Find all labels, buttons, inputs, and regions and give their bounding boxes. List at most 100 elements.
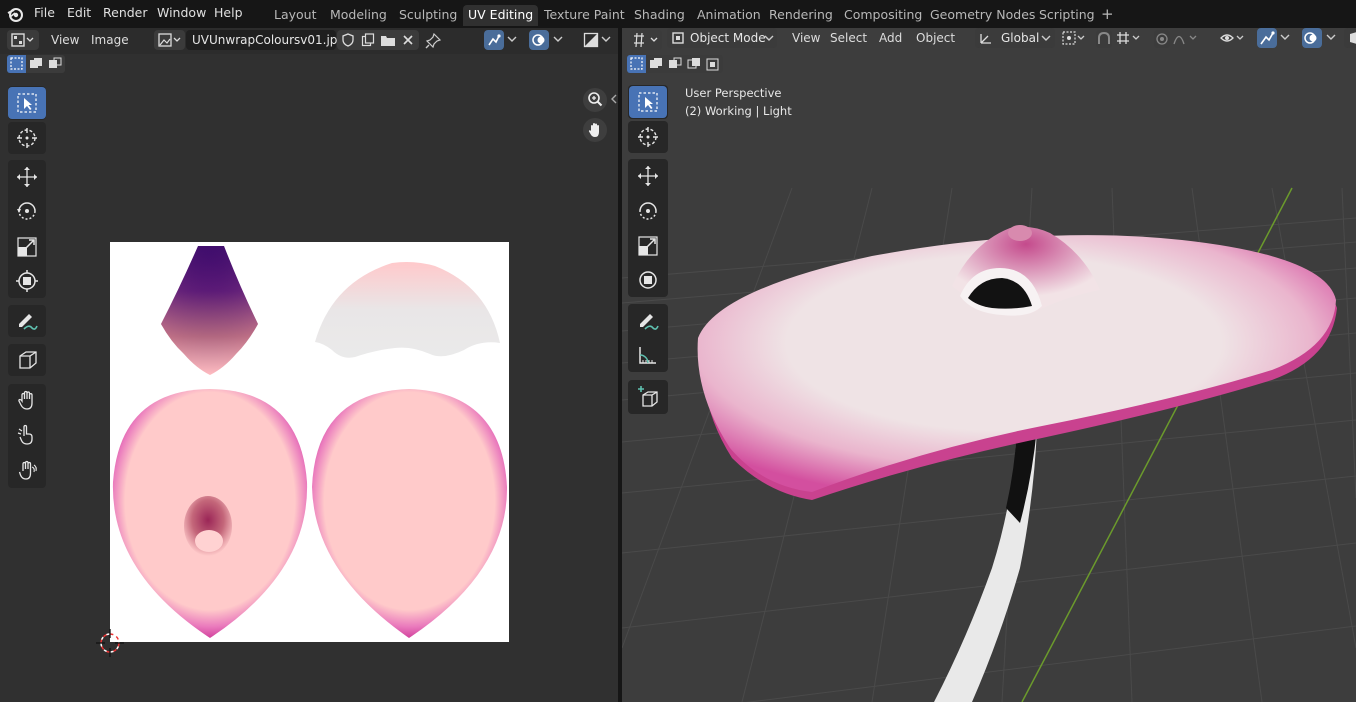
proportional-edit-button[interactable] — [1154, 30, 1170, 48]
overlay-button[interactable] — [529, 30, 549, 50]
tool-annotate[interactable] — [8, 305, 46, 337]
zoom-icon — [588, 92, 603, 107]
falloff-icon[interactable] — [1173, 31, 1203, 45]
tab-shading[interactable]: Shading — [629, 5, 690, 26]
folder-icon[interactable] — [380, 33, 396, 47]
add-workspace-button[interactable]: + — [1096, 5, 1119, 26]
tab-texture-paint[interactable]: Texture Paint — [539, 5, 630, 26]
pin-icon[interactable] — [425, 33, 441, 49]
chevron-down-icon[interactable] — [507, 36, 517, 44]
snap-target-icon[interactable] — [1116, 31, 1146, 45]
sidebar-toggle-icon[interactable] — [610, 94, 618, 104]
image-name-field[interactable]: UVUnwrapColoursv01.jpg — [186, 30, 345, 50]
viewport-editor-type[interactable] — [630, 30, 662, 50]
mode-selector[interactable]: Object Mode — [667, 28, 777, 48]
tool-annotate[interactable] — [629, 305, 667, 337]
tool-rip-region[interactable] — [8, 344, 46, 376]
2d-cursor-icon[interactable] — [91, 624, 129, 662]
tool-move[interactable] — [8, 161, 46, 193]
select-subtract-button[interactable] — [46, 55, 64, 73]
pan-button[interactable] — [583, 118, 607, 142]
close-icon[interactable] — [401, 33, 415, 47]
tab-uv-editing[interactable]: UV Editing — [463, 5, 539, 26]
chevron-down-icon[interactable] — [553, 36, 563, 44]
scale-icon — [17, 237, 37, 257]
menu-file[interactable]: File — [34, 4, 55, 22]
select-intersect-button[interactable] — [704, 55, 722, 73]
tab-geometry-nodes[interactable]: Geometry Nodes — [925, 5, 1040, 26]
gizmo-icon — [1260, 31, 1275, 45]
overlay-icon — [1304, 32, 1317, 44]
tab-sculpting[interactable]: Sculpting — [394, 5, 462, 26]
tool-rotate[interactable] — [629, 195, 667, 227]
tool-move[interactable] — [629, 160, 667, 192]
uv-image-editor[interactable]: View Image UVUnwrapColoursv01.jpg — [0, 28, 618, 702]
chevron-down-icon[interactable] — [1280, 34, 1290, 42]
orientation-selector[interactable]: Global — [975, 28, 1055, 48]
select-invert-button[interactable] — [685, 55, 703, 73]
editor-type-selector[interactable] — [7, 30, 39, 50]
chevron-down-icon[interactable] — [1326, 34, 1336, 42]
uv-texture-image[interactable] — [110, 242, 509, 642]
tab-modeling[interactable]: Modeling — [325, 5, 392, 26]
tab-animation[interactable]: Animation — [692, 5, 766, 26]
tool-transform[interactable] — [629, 264, 667, 296]
add-cube-icon — [638, 386, 658, 407]
chevron-down-icon[interactable] — [601, 36, 611, 44]
select-extend-button[interactable] — [27, 55, 45, 73]
image-editor-header: View Image UVUnwrapColoursv01.jpg — [0, 28, 618, 54]
pivot-icon[interactable] — [1062, 31, 1088, 45]
image-menu-view[interactable]: View — [45, 30, 85, 50]
tool-scale[interactable] — [629, 230, 667, 262]
overlay-button[interactable] — [1302, 28, 1322, 48]
uv-texture-drawing — [112, 246, 508, 638]
tool-relax[interactable] — [8, 454, 46, 486]
tool-add-cube[interactable] — [629, 381, 667, 413]
viewport-menu-view[interactable]: View — [786, 28, 826, 48]
display-channels-icon[interactable] — [583, 32, 599, 48]
select-box-icon — [17, 93, 37, 113]
tab-layout[interactable]: Layout — [269, 5, 322, 26]
tool-pinch[interactable] — [8, 419, 46, 451]
tool-select-box[interactable] — [629, 86, 667, 118]
tool-cursor[interactable] — [629, 121, 667, 153]
image-menu-image[interactable]: Image — [85, 30, 135, 50]
move-icon — [17, 167, 37, 187]
viewport-menu-add[interactable]: Add — [873, 28, 908, 48]
select-new-button[interactable] — [627, 55, 646, 73]
menu-render[interactable]: Render — [103, 4, 148, 22]
gizmo-button[interactable] — [1257, 28, 1277, 48]
tool-select-box[interactable] — [8, 87, 46, 119]
tab-compositing[interactable]: Compositing — [839, 5, 927, 26]
zoom-button[interactable] — [583, 88, 607, 112]
tool-scale[interactable] — [8, 231, 46, 263]
viewport-menu-select[interactable]: Select — [824, 28, 873, 48]
tool-rotate[interactable] — [8, 195, 46, 227]
grab-icon — [18, 390, 33, 410]
tool-grab[interactable] — [8, 384, 46, 416]
select-box-icon — [638, 92, 658, 112]
browse-image-button[interactable] — [154, 30, 185, 50]
tab-rendering[interactable]: Rendering — [764, 5, 838, 26]
snap-button[interactable] — [1096, 30, 1112, 48]
select-extend-button[interactable] — [647, 55, 665, 73]
mode-label: Object Mode — [690, 31, 766, 45]
eye-icon[interactable] — [1220, 31, 1246, 45]
blender-logo-icon[interactable] — [6, 5, 24, 23]
3d-viewport[interactable]: Object Mode View Select Add Object Globa… — [622, 28, 1356, 702]
menu-edit[interactable]: Edit — [67, 4, 91, 22]
uv-sync-button[interactable] — [484, 30, 504, 50]
shield-icon[interactable] — [341, 33, 355, 47]
select-new-button[interactable] — [7, 55, 26, 73]
tool-cursor[interactable] — [8, 122, 46, 154]
shading-button[interactable] — [1344, 28, 1356, 48]
select-mode-group — [7, 55, 65, 73]
duplicate-icon[interactable] — [361, 33, 375, 47]
menu-help[interactable]: Help — [214, 4, 243, 22]
viewport-menu-object[interactable]: Object — [910, 28, 961, 48]
tool-transform[interactable] — [8, 265, 46, 297]
tab-scripting[interactable]: Scripting — [1034, 5, 1100, 26]
select-subtract-button[interactable] — [666, 55, 684, 73]
menu-window[interactable]: Window — [157, 4, 206, 22]
tool-measure[interactable] — [629, 339, 667, 371]
